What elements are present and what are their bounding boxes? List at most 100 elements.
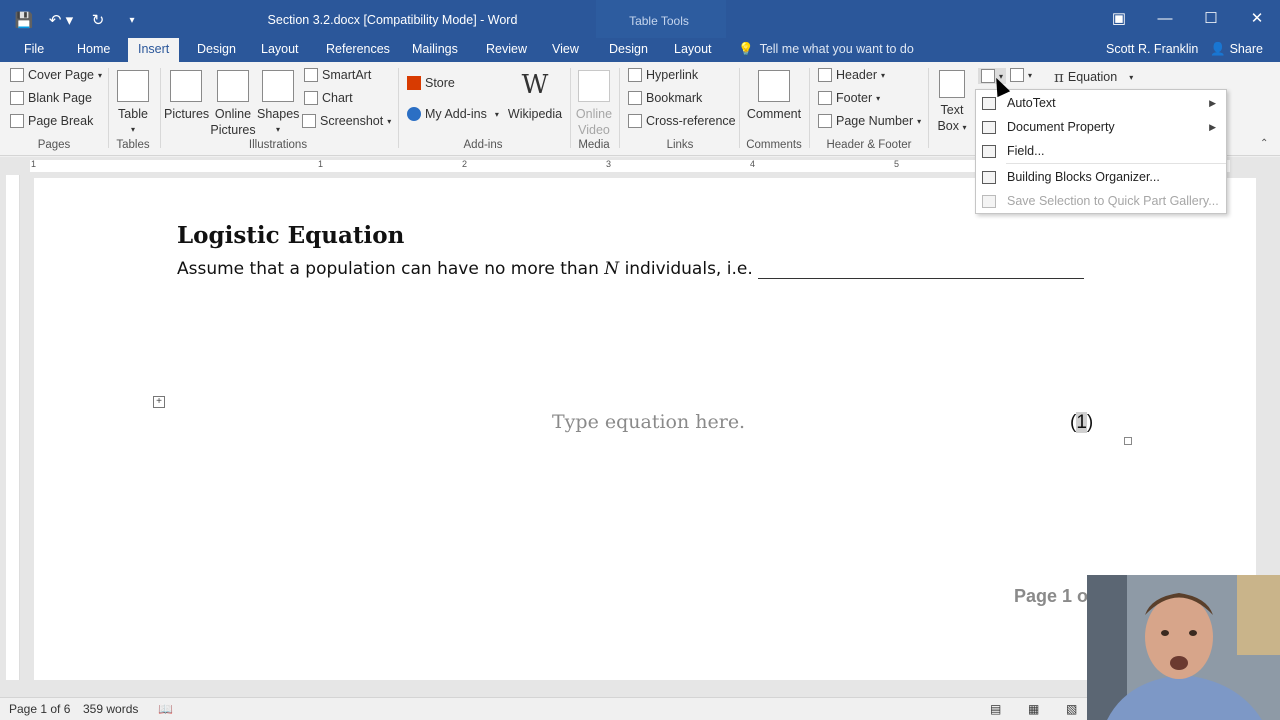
menu-item-autotext[interactable]: AutoText ▶ bbox=[976, 91, 1226, 115]
quick-parts-menu: AutoText ▶ Document Property ▶ Field... … bbox=[975, 89, 1227, 214]
tab-design[interactable]: Design bbox=[191, 42, 242, 56]
window-title: Section 3.2.docx [Compatibility Mode] - … bbox=[267, 13, 518, 27]
signature-line-button[interactable]: ▾ bbox=[1010, 68, 1032, 82]
table-button[interactable]: Table ▾ bbox=[114, 70, 152, 138]
tell-me-text: Tell me what you want to do bbox=[759, 42, 914, 56]
hyperlink-icon bbox=[628, 68, 642, 82]
close-icon[interactable]: ✕ bbox=[1234, 0, 1280, 36]
online-pictures-icon bbox=[217, 70, 249, 102]
table-resize-handle[interactable] bbox=[1124, 437, 1132, 445]
document-property-icon bbox=[982, 120, 996, 134]
fill-in-blank bbox=[758, 261, 1085, 279]
document-paragraph[interactable]: Assume that a population can have no mor… bbox=[177, 259, 1085, 279]
tab-layout[interactable]: Layout bbox=[255, 42, 305, 56]
text-box-button[interactable]: Text Box ▾ bbox=[934, 70, 970, 136]
menu-item-building-blocks-organizer[interactable]: Building Blocks Organizer... bbox=[976, 165, 1226, 189]
ribbon-tabs: File Home Insert Design Layout Reference… bbox=[0, 38, 1280, 62]
comment-button[interactable]: Comment bbox=[744, 70, 804, 122]
group-label-illustrations: Illustrations bbox=[248, 139, 308, 151]
save-icon[interactable]: 💾 bbox=[10, 8, 38, 32]
table-icon bbox=[117, 70, 149, 102]
lightbulb-icon: 💡 bbox=[738, 42, 754, 56]
field-icon bbox=[982, 144, 996, 158]
menu-item-field[interactable]: Field... bbox=[976, 139, 1226, 163]
ruler-number: 3 bbox=[606, 159, 612, 169]
paragraph-text: Assume that a population can have no mor… bbox=[177, 259, 599, 279]
tab-insert[interactable]: Insert bbox=[128, 38, 180, 62]
separator bbox=[398, 68, 399, 148]
screenshot-button[interactable]: Screenshot ▾ bbox=[302, 114, 391, 128]
tell-me-box[interactable]: 💡 Tell me what you want to do bbox=[738, 42, 914, 57]
webcam-overlay bbox=[1087, 575, 1280, 720]
tab-references[interactable]: References bbox=[320, 42, 396, 56]
blank-page-button[interactable]: Blank Page bbox=[10, 91, 92, 105]
page-break-button[interactable]: Page Break bbox=[10, 114, 93, 128]
menu-item-document-property[interactable]: Document Property ▶ bbox=[976, 115, 1226, 139]
document-heading[interactable]: Logistic Equation bbox=[177, 222, 404, 249]
print-layout-icon[interactable]: ▦ bbox=[1028, 702, 1039, 716]
word-count[interactable]: 359 words bbox=[83, 702, 138, 716]
equation-placeholder[interactable]: Type equation here. bbox=[552, 411, 745, 433]
user-name[interactable]: Scott R. Franklin bbox=[1106, 42, 1198, 56]
minimize-icon[interactable]: — bbox=[1142, 0, 1188, 36]
collapse-ribbon-icon[interactable]: ⌃ bbox=[1260, 138, 1268, 149]
tab-table-layout[interactable]: Layout bbox=[668, 42, 718, 56]
ribbon-display-options-icon[interactable]: ▣ bbox=[1096, 0, 1142, 36]
dropdown-arrow-icon: ▾ bbox=[494, 109, 499, 119]
tab-review[interactable]: Review bbox=[480, 42, 533, 56]
chart-button[interactable]: Chart bbox=[304, 91, 353, 105]
shapes-icon bbox=[262, 70, 294, 102]
equation-button[interactable]: π Equation ▾ bbox=[1054, 68, 1133, 86]
my-addins-button[interactable]: My Add-ins ▾ bbox=[407, 107, 499, 121]
store-button[interactable]: Store bbox=[407, 76, 455, 90]
menu-item-save-selection[interactable]: Save Selection to Quick Part Gallery... bbox=[976, 189, 1226, 213]
dropdown-arrow-icon: ▾ bbox=[387, 116, 392, 126]
cross-reference-icon bbox=[628, 114, 642, 128]
smartart-button[interactable]: SmartArt bbox=[304, 68, 371, 82]
online-video-button[interactable]: Online Video bbox=[573, 70, 615, 138]
tab-mailings[interactable]: Mailings bbox=[406, 42, 464, 56]
variable-n: N bbox=[604, 259, 620, 279]
blank-page-icon bbox=[10, 91, 24, 105]
equation-number[interactable]: (1) bbox=[1070, 412, 1093, 434]
bookmark-button[interactable]: Bookmark bbox=[628, 91, 702, 105]
page-number-button[interactable]: Page Number ▾ bbox=[818, 114, 921, 128]
shapes-button[interactable]: Shapes ▾ bbox=[257, 70, 299, 138]
ruler-number: 4 bbox=[750, 159, 756, 169]
proofing-icon[interactable]: 📖 bbox=[158, 702, 173, 716]
group-label-links: Links bbox=[666, 139, 694, 151]
group-label-comments: Comments bbox=[746, 139, 802, 151]
dropdown-arrow-icon: ▾ bbox=[962, 123, 967, 132]
undo-icon[interactable]: ↶ ▾ bbox=[44, 8, 78, 32]
separator bbox=[809, 68, 810, 148]
paragraph-tail: individuals, i.e. bbox=[624, 259, 753, 279]
title-bar: 💾 ↶ ▾ ↻ ▾ Section 3.2.docx [Compatibilit… bbox=[0, 0, 1280, 62]
tab-table-design[interactable]: Design bbox=[603, 42, 654, 56]
submenu-arrow-icon: ▶ bbox=[1209, 97, 1216, 108]
group-label-pages: Pages bbox=[37, 139, 71, 151]
redo-icon[interactable]: ↻ bbox=[84, 8, 112, 32]
web-layout-icon[interactable]: ▧ bbox=[1066, 702, 1077, 716]
read-mode-icon[interactable]: ▤ bbox=[990, 702, 1001, 716]
signature-line-icon bbox=[1010, 68, 1024, 82]
my-addins-icon bbox=[407, 107, 421, 121]
wikipedia-button[interactable]: W Wikipedia bbox=[506, 70, 564, 122]
save-selection-icon bbox=[982, 194, 996, 208]
smartart-icon bbox=[304, 68, 318, 82]
ruler-number: 1 bbox=[31, 159, 37, 169]
pictures-button[interactable]: Pictures bbox=[164, 70, 209, 122]
tab-file[interactable]: File bbox=[18, 42, 50, 56]
cross-reference-button[interactable]: Cross-reference bbox=[628, 114, 736, 128]
cover-page-button[interactable]: Cover Page ▾ bbox=[10, 68, 102, 82]
hyperlink-button[interactable]: Hyperlink bbox=[628, 68, 698, 82]
online-pictures-button[interactable]: Online Pictures bbox=[210, 70, 256, 138]
customize-qat-icon[interactable]: ▾ bbox=[118, 8, 146, 32]
tab-home[interactable]: Home bbox=[71, 42, 116, 56]
page-count[interactable]: Page 1 of 6 bbox=[9, 702, 70, 716]
header-button[interactable]: Header ▾ bbox=[818, 68, 885, 82]
table-move-handle-icon[interactable]: + bbox=[153, 396, 165, 408]
tab-view[interactable]: View bbox=[546, 42, 585, 56]
footer-button[interactable]: Footer ▾ bbox=[818, 91, 880, 105]
maximize-icon[interactable]: ☐ bbox=[1188, 0, 1234, 36]
share-button[interactable]: 👤 Share bbox=[1210, 42, 1263, 57]
